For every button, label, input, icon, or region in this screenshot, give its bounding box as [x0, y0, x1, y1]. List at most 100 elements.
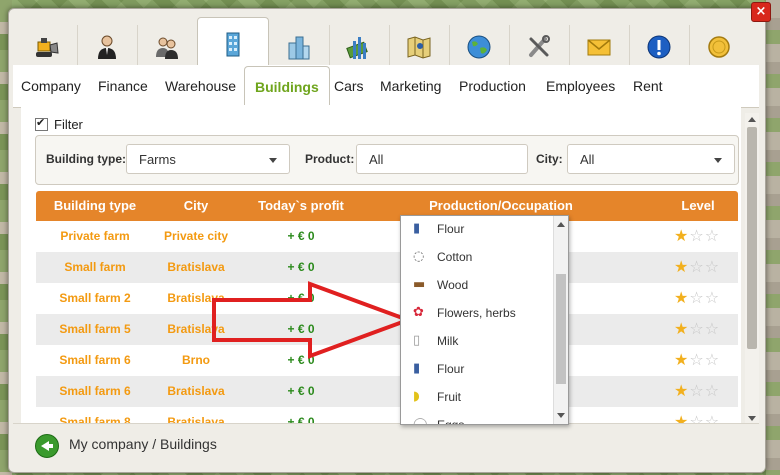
tab-mail[interactable]	[569, 25, 630, 69]
map-icon	[407, 36, 431, 59]
production-dropdown[interactable]: ▮ Flour ◌ Cotton ▬ Wood ✿ Flowers, herbs ▯ Milk ▮ F…	[400, 215, 569, 425]
dropdown-option[interactable]: ▮ Flour	[401, 355, 551, 383]
businessman-icon	[98, 35, 116, 59]
chevron-down-icon	[269, 158, 277, 163]
table-row[interactable]: Private farm Private city + € 0 ★ ☆ ☆	[36, 221, 738, 252]
city-cell: Bratislava	[167, 260, 225, 274]
tab-city[interactable]	[269, 25, 330, 69]
building-type-cell[interactable]: Small farm 5	[36, 314, 154, 345]
dropdown-option[interactable]: ▯ Milk	[401, 327, 551, 355]
dropdown-option[interactable]: ◌ Cotton	[401, 243, 551, 271]
dropdown-option-label: Fruit	[437, 390, 461, 404]
star-empty-icon: ☆	[689, 226, 704, 245]
dropdown-option[interactable]: ▬ Wood	[401, 271, 551, 299]
star-empty-icon: ☆	[704, 319, 720, 338]
dropdown-scrollbar[interactable]	[553, 216, 568, 424]
dropdown-option[interactable]: ◯ Eggs	[401, 411, 551, 425]
star-empty-icon: ☆	[704, 226, 720, 245]
building-type-cell[interactable]: Small farm 2	[36, 283, 154, 314]
level-stars: ★ ☆ ☆	[674, 290, 719, 306]
info-icon	[647, 35, 671, 59]
level-stars: ★ ☆ ☆	[674, 383, 719, 399]
tab-globe[interactable]	[449, 25, 510, 69]
scroll-thumb[interactable]	[556, 274, 566, 384]
tab-map[interactable]	[389, 25, 450, 69]
star-empty-icon: ☆	[704, 381, 720, 400]
star-empty-icon: ☆	[689, 288, 704, 307]
back-arrow-icon[interactable]	[35, 434, 59, 458]
scroll-down-icon[interactable]	[557, 413, 565, 418]
tab-finance[interactable]	[329, 25, 390, 69]
star-empty-icon: ☆	[704, 288, 720, 307]
scroll-thumb[interactable]	[747, 127, 757, 349]
tab-cars[interactable]: Cars	[334, 72, 364, 100]
eggs-icon: ◯	[413, 417, 428, 425]
scroll-down-icon[interactable]	[748, 416, 756, 421]
star-filled-icon: ★	[674, 288, 689, 307]
globe-icon	[467, 35, 491, 59]
building-type-cell[interactable]: Small farm 6	[36, 345, 154, 376]
city-select[interactable]: All	[567, 144, 735, 174]
dropdown-option[interactable]: ▮ Flour	[401, 216, 551, 243]
tab-production[interactable]: Production	[459, 72, 526, 100]
close-button[interactable]: ×	[751, 2, 771, 22]
tab-coin[interactable]	[689, 25, 749, 69]
scroll-up-icon[interactable]	[748, 117, 756, 122]
table-row[interactable]: Small farm Bratislava + € 0 ★ ☆ ☆	[36, 252, 738, 283]
building-type-label: Building type:	[46, 152, 126, 166]
level-stars: ★ ☆ ☆	[674, 228, 719, 244]
icon-tab-bar	[13, 17, 759, 70]
col-building-type[interactable]: Building type	[36, 191, 154, 221]
table-row[interactable]: Small farm 8 Bratislava + € 0 ★ ☆ ☆	[36, 407, 738, 423]
tools-icon	[529, 35, 550, 57]
profit-cell: + € 0	[287, 384, 315, 398]
col-profit[interactable]: Today`s profit	[238, 191, 364, 221]
mail-icon	[587, 39, 611, 56]
col-level[interactable]: Level	[666, 191, 730, 221]
building-type-value: Farms	[139, 152, 176, 167]
panel-scrollbar[interactable]	[745, 113, 759, 425]
table-row[interactable]: Small farm 6 Bratislava + € 0 ★ ☆ ☆	[36, 376, 738, 407]
building-type-cell[interactable]: Small farm 8	[36, 407, 154, 423]
tab-buildings[interactable]	[197, 17, 269, 70]
profit-cell: + € 0	[287, 260, 315, 274]
tab-finance-text[interactable]: Finance	[98, 72, 148, 100]
tab-tools[interactable]	[509, 25, 570, 69]
building-type-select[interactable]: Farms	[126, 144, 290, 174]
col-city[interactable]: City	[154, 191, 238, 221]
tab-info[interactable]	[629, 25, 690, 69]
tab-buildings-text[interactable]: Buildings	[244, 66, 330, 108]
tab-marketing[interactable]: Marketing	[380, 72, 441, 100]
filter-toggle[interactable]: Filter	[35, 116, 83, 132]
fruit-icon: ◗	[413, 389, 420, 404]
tab-company[interactable]: Company	[21, 72, 81, 100]
building-type-cell[interactable]: Private farm	[36, 221, 154, 252]
flour-icon: ▮	[413, 221, 421, 236]
scroll-up-icon[interactable]	[557, 222, 565, 227]
buildings-panel: Filter Building type: Farms Product: All…	[21, 105, 741, 423]
level-stars: ★ ☆ ☆	[674, 321, 719, 337]
wood-icon: ▬	[413, 277, 426, 292]
dropdown-option[interactable]: ◗ Fruit	[401, 383, 551, 411]
tab-employees[interactable]: Employees	[546, 72, 615, 100]
tab-users[interactable]	[137, 25, 198, 69]
level-stars: ★ ☆ ☆	[674, 352, 719, 368]
level-stars: ★ ☆ ☆	[674, 259, 719, 275]
dropdown-option-label: Flowers, herbs	[437, 306, 516, 320]
filter-checkbox[interactable]	[35, 116, 48, 131]
flour-icon: ▮	[413, 361, 421, 376]
tab-businessman[interactable]	[77, 25, 138, 69]
dropdown-option-label: Flour	[437, 222, 465, 236]
star-empty-icon: ☆	[689, 319, 704, 338]
tab-bulldozer[interactable]	[17, 25, 78, 69]
star-empty-icon: ☆	[689, 257, 704, 276]
tab-rent[interactable]: Rent	[633, 72, 663, 100]
tab-warehouse[interactable]: Warehouse	[165, 72, 236, 100]
product-input[interactable]: All	[356, 144, 528, 174]
building-type-cell[interactable]: Small farm	[36, 252, 154, 283]
building-type-cell[interactable]: Small farm 6	[36, 376, 154, 407]
star-empty-icon: ☆	[689, 350, 704, 369]
dropdown-option[interactable]: ✿ Flowers, herbs	[401, 299, 551, 327]
city-icon	[288, 36, 310, 60]
city-cell: Private city	[163, 229, 229, 243]
